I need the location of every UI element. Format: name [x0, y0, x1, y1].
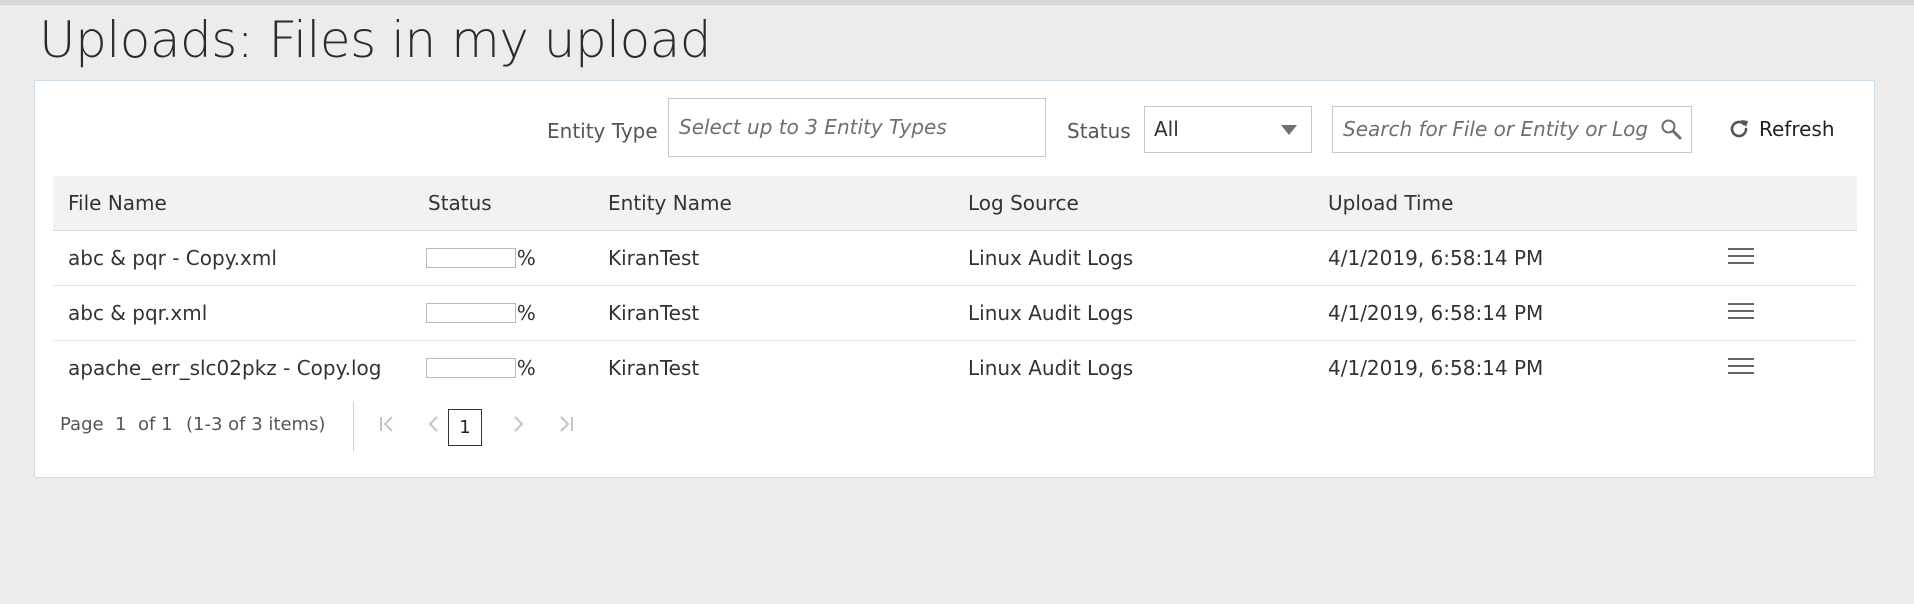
search-input[interactable]: Search for File or Entity or Log S... — [1332, 106, 1692, 153]
column-header-log-source[interactable]: Log Source — [953, 176, 1313, 231]
status-cell: 0% — [413, 341, 593, 396]
column-header-status[interactable]: Status — [413, 176, 593, 231]
top-divider — [0, 0, 1914, 5]
progress-bar — [426, 248, 516, 268]
upload-time-cell: 4/1/2019, 6:58:14 PM — [1328, 356, 1544, 380]
file-name-cell: abc & pqr - Copy.xml — [53, 230, 413, 286]
upload-time-cell: 4/1/2019, 6:58:14 PM — [1313, 230, 1713, 286]
entity-name-cell: KiranTest — [593, 285, 953, 341]
log-source-cell: Linux Audit Logs — [953, 230, 1313, 286]
column-header-actions — [1713, 176, 1857, 231]
log-source-cell: Linux Audit Logs — [968, 356, 1134, 380]
status-filter-label: Status — [1067, 119, 1131, 143]
refresh-label: Refresh — [1759, 117, 1835, 141]
entity-name-cell: KiranTest — [608, 356, 700, 380]
upload-progress: 0% — [426, 301, 593, 325]
page-count: of 1 — [138, 414, 173, 435]
uploads-panel: Entity Type Select up to 3 Entity Types … — [34, 80, 1875, 478]
row-actions-cell — [1713, 285, 1857, 341]
column-header-file-name[interactable]: File Name — [53, 176, 413, 231]
page-number[interactable]: 1 — [115, 414, 126, 435]
column-header-entity-name[interactable]: Entity Name — [593, 176, 953, 231]
chevron-down-icon — [1281, 125, 1297, 135]
hamburger-menu-icon[interactable] — [1728, 247, 1754, 265]
files-table: File Name Status Entity Name Log Source … — [53, 176, 1857, 395]
upload-time-cell: 4/1/2019, 6:58:14 PM — [1313, 285, 1713, 341]
next-page-icon[interactable] — [506, 412, 530, 436]
file-name-cell: abc & pqr.xml — [53, 285, 413, 341]
upload-progress: 0% — [426, 246, 593, 270]
entity-type-input[interactable]: Select up to 3 Entity Types — [668, 98, 1046, 157]
refresh-icon — [1730, 120, 1748, 138]
previous-page-icon[interactable] — [422, 412, 446, 436]
search-icon[interactable] — [1659, 117, 1683, 141]
hamburger-menu-icon[interactable] — [1728, 357, 1754, 375]
row-actions-cell — [1713, 341, 1857, 396]
column-header-upload-time[interactable]: Upload Time — [1313, 176, 1713, 231]
file-name-cell: apache_err_slc02pkz - Copy.log — [68, 356, 382, 380]
status-cell: 0% — [413, 230, 593, 286]
last-page-icon[interactable] — [554, 412, 578, 436]
refresh-button[interactable]: Refresh — [1727, 111, 1835, 147]
table-row[interactable]: abc & pqr - Copy.xml 0% KiranTest Linux … — [53, 230, 1857, 286]
table-row[interactable]: abc & pqr.xml 0% KiranTest Linux Audit L… — [53, 285, 1857, 341]
progress-bar — [426, 303, 516, 323]
status-select-value: All — [1154, 117, 1179, 141]
table-row[interactable]: apache_err_slc02pkz - Copy.log 0% KiranT… — [53, 341, 1857, 396]
status-select[interactable]: All — [1144, 106, 1312, 153]
entity-name-cell: KiranTest — [593, 230, 953, 286]
pagination-divider — [353, 401, 354, 451]
upload-progress: 0% — [426, 356, 593, 380]
page-title: Uploads: Files in my upload — [39, 11, 712, 69]
status-cell: 0% — [413, 285, 593, 341]
filter-toolbar: Entity Type Select up to 3 Entity Types … — [35, 81, 1874, 177]
page-label: Page — [60, 414, 104, 435]
first-page-icon[interactable] — [375, 412, 399, 436]
log-source-cell: Linux Audit Logs — [953, 285, 1313, 341]
entity-type-label: Entity Type — [547, 119, 658, 143]
pagination: Page 1 of 1 (1-3 of 3 items) 1 — [60, 401, 660, 451]
current-page-button[interactable]: 1 — [448, 409, 482, 446]
progress-bar — [426, 358, 516, 378]
table-header-row: File Name Status Entity Name Log Source … — [53, 176, 1857, 231]
items-range: (1-3 of 3 items) — [186, 414, 326, 435]
hamburger-menu-icon[interactable] — [1728, 302, 1754, 320]
row-actions-cell — [1713, 230, 1857, 286]
search-placeholder: Search for File or Entity or Log S... — [1343, 117, 1653, 141]
